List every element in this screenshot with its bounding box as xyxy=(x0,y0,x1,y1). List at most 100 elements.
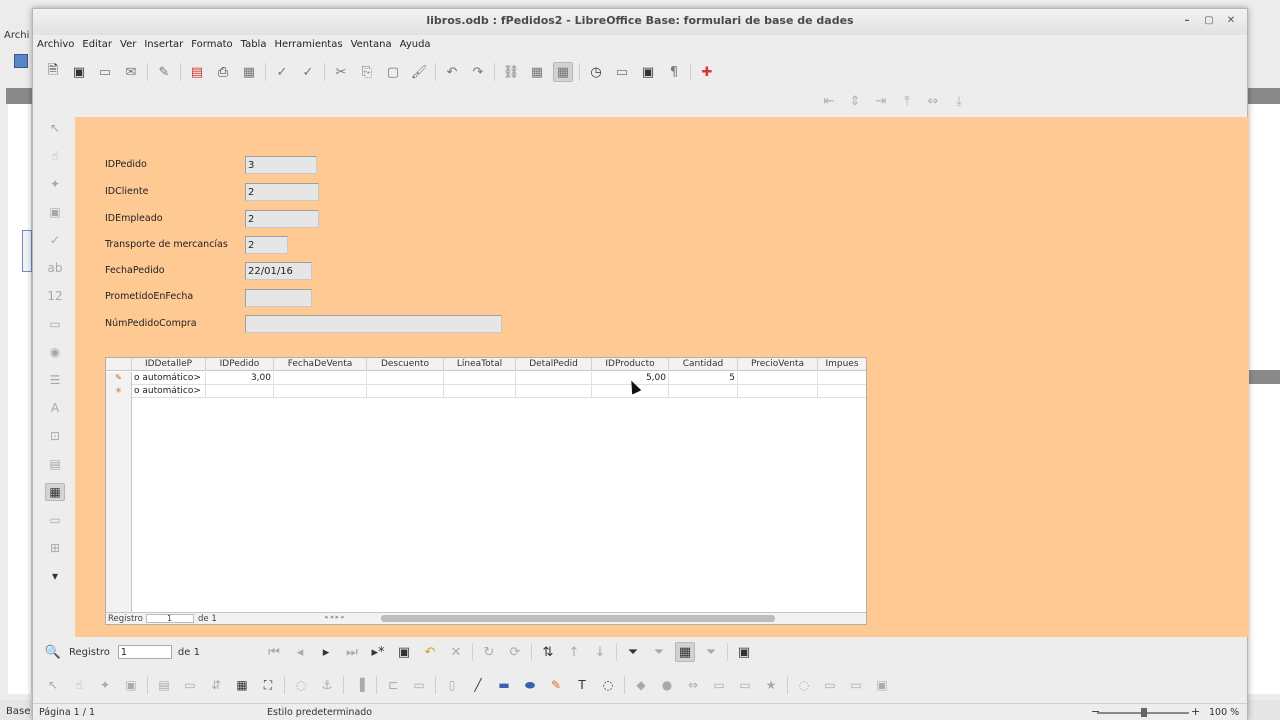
rectangle-tool-icon[interactable]: ▬ xyxy=(494,675,514,695)
cut-icon[interactable]: ✂ xyxy=(331,62,351,82)
select-tool-icon[interactable]: ↖ xyxy=(43,675,63,695)
horizontal-scrollbar[interactable] xyxy=(381,615,775,622)
properties-tool-icon[interactable]: ▣ xyxy=(121,675,141,695)
print-icon[interactable]: ⎙ xyxy=(213,62,233,82)
column-header[interactable]: Descuento xyxy=(367,358,444,371)
table-control-icon[interactable]: ▦ xyxy=(45,483,65,501)
table-cell[interactable] xyxy=(818,385,866,398)
column-header[interactable]: IDDetalleP xyxy=(132,358,206,371)
table-cell[interactable]: 3,00 xyxy=(206,372,274,385)
list-box-icon[interactable]: ☰ xyxy=(45,371,65,389)
table-cell[interactable] xyxy=(516,385,592,398)
form-design-icon[interactable]: ▦ xyxy=(553,62,573,82)
edit-mode-icon[interactable]: ✎ xyxy=(154,62,174,82)
table-cell[interactable]: o automático> xyxy=(132,372,206,385)
redo-icon[interactable]: ↷ xyxy=(468,62,488,82)
ungroup-icon[interactable]: ▭ xyxy=(409,675,429,695)
menu-ventana[interactable]: Ventana xyxy=(351,37,392,53)
spellcheck-icon[interactable]: ✓ xyxy=(272,62,292,82)
basic-shapes-icon[interactable]: ◆ xyxy=(631,675,651,695)
help-icon[interactable]: ✚ xyxy=(697,62,717,82)
sort-ascending-icon[interactable]: ↑ xyxy=(564,642,584,662)
extrusion-icon[interactable]: ▭ xyxy=(846,675,866,695)
refresh-control-icon[interactable]: ⟳ xyxy=(505,642,525,662)
table-cell[interactable] xyxy=(274,385,367,398)
idempleado-field[interactable]: 2 xyxy=(245,210,319,228)
sort-descending-icon[interactable]: ↓ xyxy=(590,642,610,662)
table-cell[interactable] xyxy=(818,372,866,385)
align-top-icon[interactable]: ⤒ xyxy=(897,91,917,111)
column-header[interactable]: Impues xyxy=(818,358,866,371)
prometidoenfecha-field[interactable] xyxy=(245,289,312,307)
table-cell[interactable] xyxy=(444,385,516,398)
menu-ver[interactable]: Ver xyxy=(120,37,136,53)
align-left-icon[interactable]: ⇤ xyxy=(819,91,839,111)
record-number-input[interactable]: 1 xyxy=(117,645,172,659)
align-middle-icon[interactable]: ⇔ xyxy=(923,91,943,111)
label-field-icon[interactable]: A xyxy=(45,399,65,417)
maximize-button[interactable]: ▢ xyxy=(1201,13,1217,29)
column-header[interactable]: IDProducto xyxy=(592,358,669,371)
idpedido-field[interactable]: 3 xyxy=(245,156,317,174)
row-new-marker[interactable]: ✳ xyxy=(106,385,132,398)
toolbar-overflow-icon[interactable]: ▾ xyxy=(45,567,65,585)
column-header[interactable]: DetalPedid xyxy=(516,358,592,371)
fechapedido-field[interactable]: 22/01/16 xyxy=(245,262,312,280)
menu-editar[interactable]: Editar xyxy=(82,37,112,53)
menu-herramientas[interactable]: Herramientas xyxy=(274,37,342,53)
open-folder-icon[interactable]: ▣ xyxy=(69,62,89,82)
email-icon[interactable]: ✉ xyxy=(121,62,141,82)
option-button-icon[interactable]: ◉ xyxy=(45,343,65,361)
save-record-icon[interactable]: ▣ xyxy=(394,642,414,662)
copy-icon[interactable]: ⎘ xyxy=(357,62,377,82)
symbol-shapes-icon[interactable]: ● xyxy=(657,675,677,695)
detail-table-control[interactable]: IDDetalleP IDPedido FechaDeVenta Descuen… xyxy=(105,357,867,625)
alignment-icon[interactable]: ▐ xyxy=(350,675,370,695)
fontwork-icon[interactable]: ▭ xyxy=(820,675,840,695)
table-cell[interactable] xyxy=(274,372,367,385)
column-header[interactable]: Cantidad xyxy=(669,358,738,371)
form-properties-icon[interactable]: ▣ xyxy=(45,203,65,221)
table-nav-arrows-icon[interactable]: ◂ ◂ ▸ ▸ xyxy=(324,613,345,621)
control-wizards-icon[interactable]: ✦ xyxy=(45,175,65,193)
navigation-bar-icon[interactable]: ▭ xyxy=(45,511,65,529)
table-cell[interactable] xyxy=(738,385,818,398)
freeform-tool-icon[interactable]: ✎ xyxy=(546,675,566,695)
block-arrows-icon[interactable]: ⇔ xyxy=(683,675,703,695)
points-icon[interactable]: ◌ xyxy=(794,675,814,695)
minimize-button[interactable]: – xyxy=(1179,13,1195,29)
zoom-in-icon[interactable]: + xyxy=(1191,705,1200,718)
anchor-icon[interactable]: ⚓ xyxy=(317,675,337,695)
callout-tool-icon[interactable]: ◌ xyxy=(598,675,618,695)
line-tool-icon[interactable]: ╱ xyxy=(468,675,488,695)
new-document-icon[interactable]: 🗎 xyxy=(43,62,63,82)
zoom-slider-handle[interactable] xyxy=(1141,708,1147,717)
text-box-icon[interactable]: ab xyxy=(45,259,65,277)
table-row[interactable]: ✎ o automático> 3,00 5,00 5 xyxy=(106,372,866,385)
first-record-icon[interactable]: ⏮ xyxy=(264,642,284,662)
last-record-icon[interactable]: ⏭ xyxy=(342,642,362,662)
column-header[interactable]: LíneaTotal xyxy=(444,358,516,371)
formatting-marks-icon[interactable]: ¶ xyxy=(664,62,684,82)
image-button-icon[interactable]: ▤ xyxy=(45,455,65,473)
align-center-icon[interactable]: ⇕ xyxy=(845,91,865,111)
column-header[interactable]: FechaDeVenta xyxy=(274,358,367,371)
text-tool-icon[interactable]: ▯ xyxy=(442,675,462,695)
clone-format-icon[interactable]: 🖌 xyxy=(409,62,429,82)
checkbox-icon[interactable]: ✓ xyxy=(45,231,65,249)
window-titlebar[interactable]: libros.odb : fPedidos2 - LibreOffice Bas… xyxy=(33,9,1247,35)
table-cell[interactable] xyxy=(367,385,444,398)
push-button-icon[interactable]: ▭ xyxy=(45,315,65,333)
table-cell[interactable] xyxy=(206,385,274,398)
more-controls-icon[interactable]: ⊞ xyxy=(45,539,65,557)
stars-icon[interactable]: ★ xyxy=(761,675,781,695)
design-mode-icon[interactable]: ☝ xyxy=(45,147,65,165)
align-right-icon[interactable]: ⇥ xyxy=(871,91,891,111)
automatic-control-focus-icon[interactable]: ⛶ xyxy=(258,675,278,695)
formatted-field-icon[interactable]: 12 xyxy=(45,287,65,305)
previous-record-icon[interactable]: ◂ xyxy=(290,642,310,662)
zoom-out-icon[interactable]: − xyxy=(1091,705,1100,718)
undo-icon[interactable]: ↶ xyxy=(442,62,462,82)
menu-insertar[interactable]: Insertar xyxy=(144,37,183,53)
print-preview-icon[interactable]: ▦ xyxy=(239,62,259,82)
